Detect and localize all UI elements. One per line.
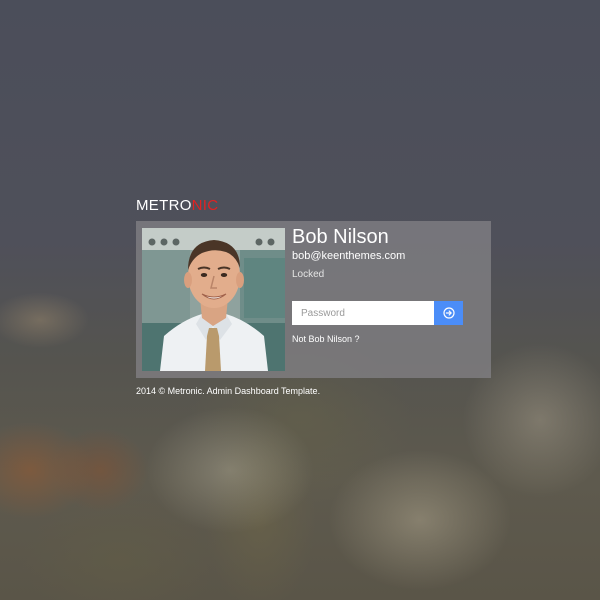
user-email: bob@keenthemes.com bbox=[292, 250, 406, 262]
user-photo-illustration bbox=[142, 228, 285, 371]
arrow-circle-right-icon bbox=[442, 307, 455, 319]
lock-status-text: Locked bbox=[292, 269, 325, 280]
logo-text-accent: NIC bbox=[191, 197, 219, 214]
password-input[interactable] bbox=[292, 301, 434, 325]
user-avatar bbox=[142, 228, 285, 371]
footer-copyright: 2014 © Metronic. Admin Dashboard Templat… bbox=[136, 386, 321, 396]
logo-text-primary: METRO bbox=[136, 197, 192, 214]
metronic-logo: METRONIC bbox=[136, 197, 218, 214]
not-user-link[interactable]: Not Bob Nilson ? bbox=[292, 334, 360, 344]
lock-screen-card: Bob Nilson bob@keenthemes.com Locked Not… bbox=[136, 221, 491, 378]
user-name: Bob Nilson bbox=[292, 226, 389, 248]
unlock-submit-button[interactable] bbox=[434, 301, 463, 325]
